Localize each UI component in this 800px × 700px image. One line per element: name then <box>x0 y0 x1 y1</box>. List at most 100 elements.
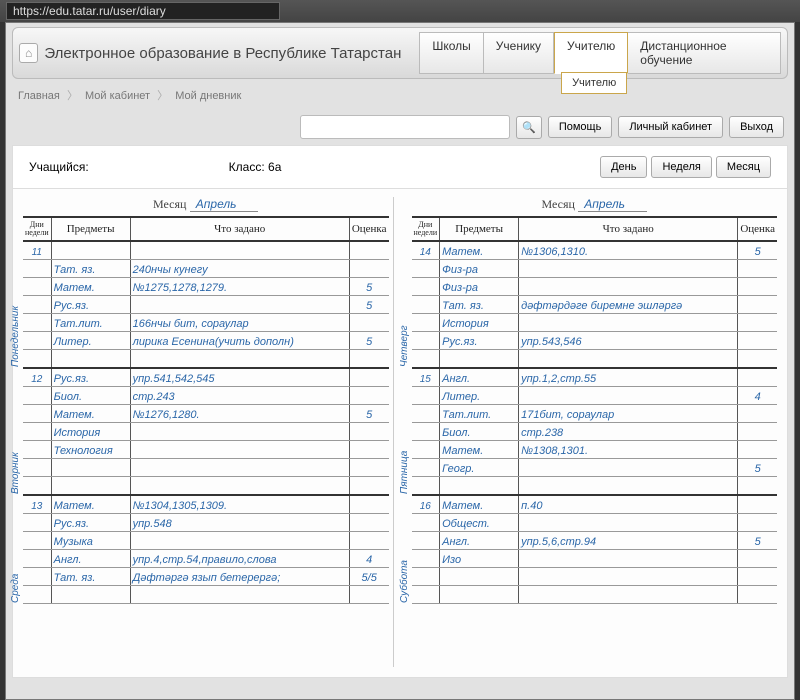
day-name: Понедельник <box>10 306 21 367</box>
day-number: 13 <box>25 501 49 512</box>
day-cell <box>412 514 440 532</box>
table-row: 12Рус.яз.упр.541,542,545 <box>23 368 389 387</box>
subject-cell <box>440 350 519 369</box>
homework-cell <box>130 350 349 369</box>
day-cell <box>23 568 51 586</box>
day-cell: 12 <box>23 368 51 387</box>
day-cell: 14 <box>412 241 440 260</box>
day-cell <box>23 314 51 332</box>
homework-cell <box>519 477 738 496</box>
day-name: Среда <box>10 574 21 603</box>
homework-cell <box>519 350 738 369</box>
home-icon[interactable]: ⌂ <box>19 43 38 63</box>
view-month-button[interactable]: Месяц <box>716 156 771 178</box>
table-row <box>412 568 778 586</box>
student-info-row: Учащийся: Класс: 6а День Неделя Месяц <box>12 145 788 188</box>
crumb-home[interactable]: Главная <box>18 90 60 102</box>
day-cell <box>412 405 440 423</box>
table-row <box>23 459 389 477</box>
homework-cell <box>519 314 738 332</box>
grade-cell <box>349 495 388 514</box>
subject-cell: Матем. <box>440 241 519 260</box>
table-row: Понедельник <box>23 350 389 369</box>
grade-cell: 5 <box>738 532 777 550</box>
table-row: Рус.яз.упр.548 <box>23 514 389 532</box>
diary-table-right: Дни недели Предметы Что задано Оценка 14… <box>412 216 778 604</box>
student-label: Учащийся: <box>29 160 89 174</box>
grade-cell: 5/5 <box>349 568 388 586</box>
crumb-cabinet[interactable]: Мой кабинет <box>85 90 150 102</box>
view-week-button[interactable]: Неделя <box>651 156 711 178</box>
grade-cell <box>349 477 388 496</box>
subject-cell: Рус.яз. <box>51 368 130 387</box>
subject-cell: Музыка <box>51 532 130 550</box>
class-value: 6а <box>268 160 281 174</box>
tab-distance[interactable]: Дистанционное обучение <box>628 32 781 74</box>
day-cell <box>23 387 51 405</box>
toolbar: 🔍 Помощь Личный кабинет Выход <box>6 111 794 145</box>
search-button[interactable]: 🔍 <box>516 116 542 139</box>
homework-cell <box>130 459 349 477</box>
homework-cell: дәфтәрдәге биремне эшләргә <box>519 296 738 314</box>
day-cell <box>23 260 51 278</box>
month-label: Месяц <box>153 197 186 211</box>
subject-cell: Англ. <box>440 368 519 387</box>
tab-teacher[interactable]: Учителю Учителю <box>554 32 628 74</box>
day-name: Четверг <box>399 325 410 367</box>
subject-cell <box>51 241 130 260</box>
grade-cell <box>738 441 777 459</box>
tab-student[interactable]: Ученику <box>484 32 554 74</box>
day-cell <box>412 550 440 568</box>
grade-cell: 5 <box>349 278 388 296</box>
homework-cell: упр.4,стр.54,правило,слова <box>130 550 349 568</box>
subject-cell: Технология <box>51 441 130 459</box>
subject-cell: Литер. <box>51 332 130 350</box>
day-name: Пятница <box>399 451 410 494</box>
homework-cell <box>130 296 349 314</box>
url-field[interactable]: https://edu.tatar.ru/user/diary <box>6 2 280 20</box>
view-day-button[interactable]: День <box>600 156 647 178</box>
th-grade: Оценка <box>738 217 777 241</box>
homework-cell <box>519 568 738 586</box>
grade-cell <box>349 423 388 441</box>
table-row: Пятница <box>412 477 778 496</box>
grade-cell: 5 <box>738 241 777 260</box>
table-row: Изо <box>412 550 778 568</box>
subject-cell: Общест. <box>440 514 519 532</box>
subject-cell: Рус.яз. <box>51 514 130 532</box>
day-cell: Понедельник <box>23 350 51 369</box>
cabinet-button[interactable]: Личный кабинет <box>618 116 723 138</box>
day-number: 11 <box>25 247 49 258</box>
day-cell <box>412 568 440 586</box>
table-row: Матем.№1275,1278,1279.5 <box>23 278 389 296</box>
homework-cell: №1276,1280. <box>130 405 349 423</box>
table-row: Литер.лирика Есенина(учить дополн)5 <box>23 332 389 350</box>
day-cell: 11 <box>23 241 51 260</box>
th-homework: Что задано <box>519 217 738 241</box>
table-row: Общест. <box>412 514 778 532</box>
homework-cell <box>130 441 349 459</box>
subject-cell: Тат.лит. <box>440 405 519 423</box>
grade-cell <box>349 241 388 260</box>
search-input[interactable] <box>300 115 510 139</box>
help-button[interactable]: Помощь <box>548 116 613 138</box>
grade-cell <box>349 387 388 405</box>
grade-cell <box>349 260 388 278</box>
homework-cell <box>130 477 349 496</box>
homework-cell: №1306,1310. <box>519 241 738 260</box>
grade-cell <box>738 495 777 514</box>
tab-schools[interactable]: Школы <box>419 32 483 74</box>
homework-cell <box>519 260 738 278</box>
table-row: 16Матем.п.40 <box>412 495 778 514</box>
day-number: 16 <box>414 501 438 512</box>
subject-cell: Англ. <box>440 532 519 550</box>
grade-cell <box>349 514 388 532</box>
day-cell <box>23 532 51 550</box>
homework-cell: 171бит, сораулар <box>519 405 738 423</box>
tab-teacher-dropdown[interactable]: Учителю <box>561 72 627 94</box>
crumb-diary[interactable]: Мой дневник <box>175 90 241 102</box>
day-cell <box>23 296 51 314</box>
logout-button[interactable]: Выход <box>729 116 784 138</box>
grade-cell <box>349 441 388 459</box>
table-row: Рус.яз.упр.543,546 <box>412 332 778 350</box>
